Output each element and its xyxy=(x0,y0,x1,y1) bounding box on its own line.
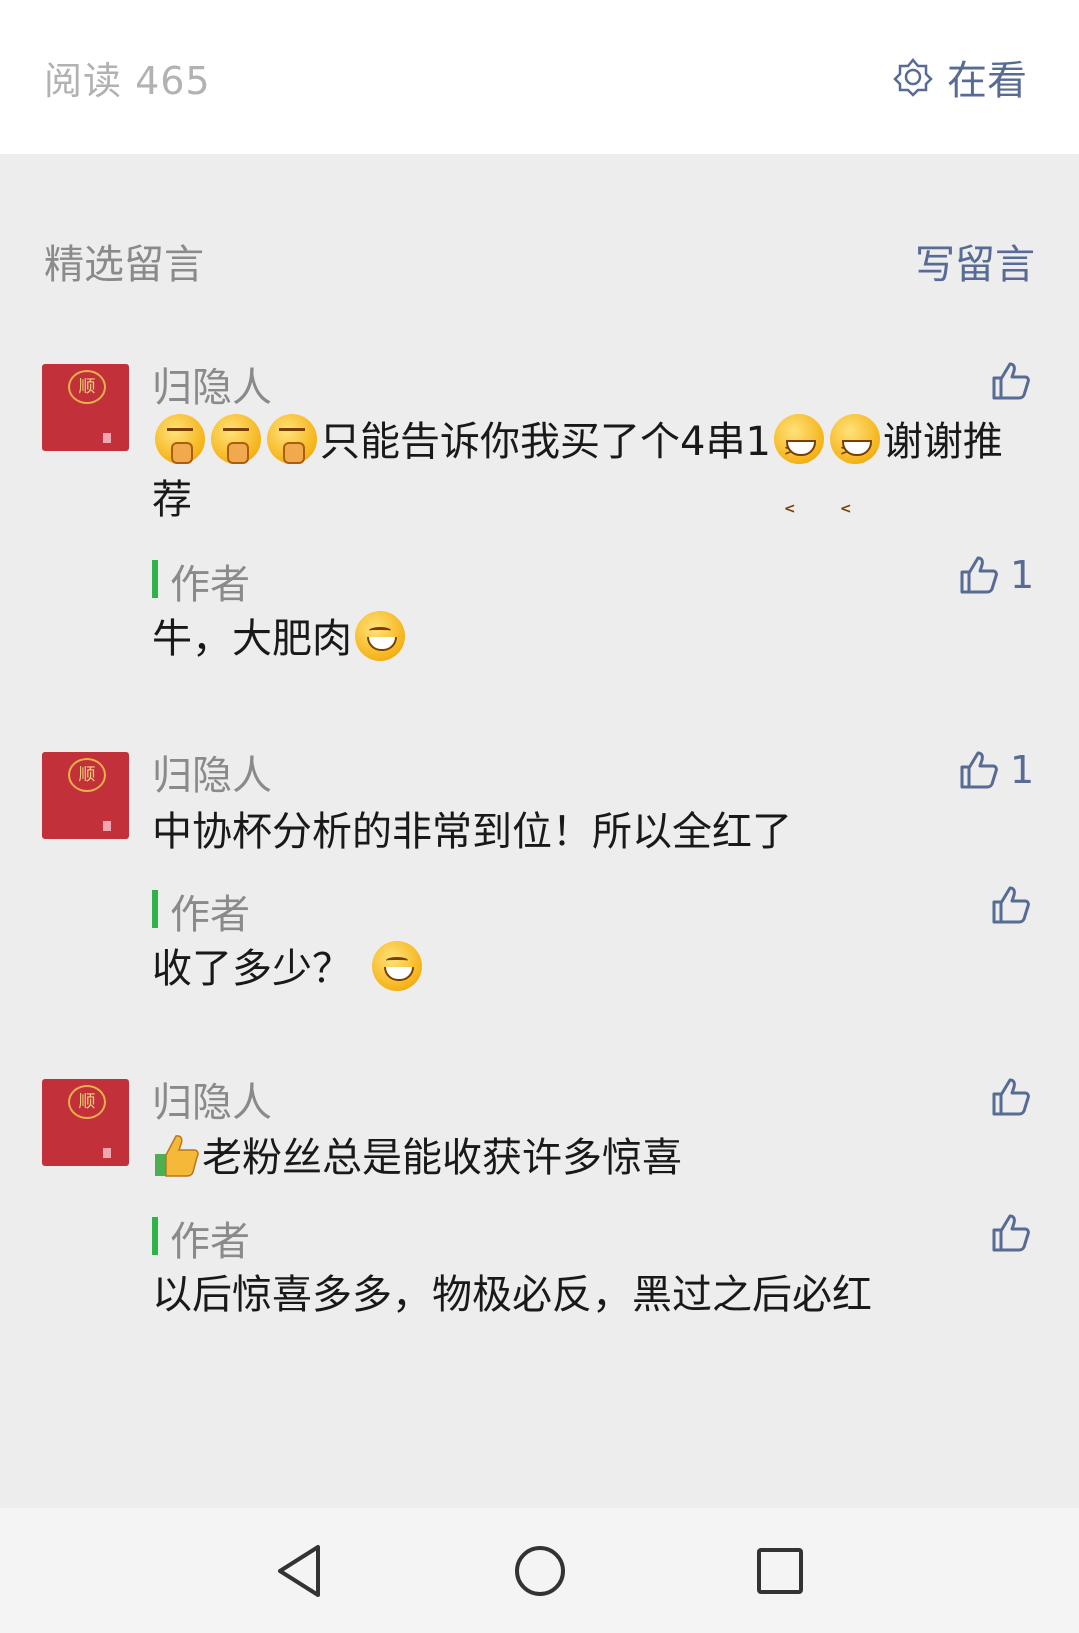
article-footer-bar: 阅读 465 在看 xyxy=(0,0,1079,154)
comment-text: 中协杯分析的非常到位！所以全红了 xyxy=(152,809,792,855)
comment-author[interactable]: 归隐人 xyxy=(152,355,272,413)
grin-emoji-icon xyxy=(355,611,405,661)
squinting-grin-emoji-icon xyxy=(773,414,824,538)
like-count: 1 xyxy=(1010,748,1035,792)
thumbs-up-icon xyxy=(992,886,1030,924)
author-reply-label: 作者 xyxy=(152,1209,250,1267)
like-button[interactable] xyxy=(990,360,1032,402)
thumbs-up-icon xyxy=(960,556,998,594)
avatar-seal: 顺 xyxy=(68,758,106,792)
zaikan-label: 在看 xyxy=(947,58,1027,104)
reply-like-button[interactable]: 1 xyxy=(958,553,1034,597)
avatar[interactable]: 顺 xyxy=(42,364,129,451)
zaikan-button[interactable]: 在看 xyxy=(893,48,1027,106)
like-count: 1 xyxy=(1010,553,1035,597)
home-icon xyxy=(515,1546,565,1596)
shushing-emoji-icon xyxy=(211,414,261,464)
comment-text-main: 只能告诉你我买了个4串1 xyxy=(320,419,771,465)
thumbs-up-icon xyxy=(960,751,998,789)
like-button[interactable] xyxy=(990,1076,1032,1118)
comment-author[interactable]: 归隐人 xyxy=(152,1070,272,1128)
avatar-seal: 顺 xyxy=(68,1085,106,1119)
comment-text-main: 老粉丝总是能收获许多惊喜 xyxy=(202,1135,682,1181)
thumbs-up-icon xyxy=(992,362,1030,400)
system-nav-bar xyxy=(0,1508,1079,1633)
avatar[interactable]: 顺 xyxy=(42,1079,129,1166)
back-icon xyxy=(278,1545,320,1597)
zaikan-icon xyxy=(893,58,933,97)
write-comment-button[interactable]: 写留言 xyxy=(915,232,1035,290)
like-button[interactable]: 1 xyxy=(958,748,1034,792)
squinting-grin-emoji-icon xyxy=(829,414,880,538)
featured-comments-title: 精选留言 xyxy=(44,242,204,288)
author-reply-label: 作者 xyxy=(152,552,250,610)
author-reply-text: 以后惊喜多多，物极必反，黑过之后必红 xyxy=(152,1272,872,1318)
recents-button[interactable] xyxy=(745,1536,815,1606)
comment-author[interactable]: 归隐人 xyxy=(152,743,272,801)
thumbs-up-emoji-icon xyxy=(152,1130,202,1180)
shushing-emoji-icon xyxy=(267,414,317,464)
comment-text: 只能告诉你我买了个4串1谢谢推荐 xyxy=(152,413,1032,538)
grin-emoji-icon xyxy=(372,941,422,991)
thumbs-up-icon xyxy=(992,1214,1030,1252)
author-reply-text: 收了多少？ xyxy=(152,940,1032,998)
comment-text: 老粉丝总是能收获许多惊喜 xyxy=(152,1129,1032,1187)
reply-like-button[interactable] xyxy=(990,1212,1032,1254)
avatar[interactable]: 顺 xyxy=(42,752,129,839)
read-count: 阅读 465 xyxy=(44,59,211,103)
recents-icon xyxy=(757,1548,803,1594)
avatar-seal: 顺 xyxy=(68,370,106,404)
author-reply-text: 牛，大肥肉 xyxy=(152,610,1032,668)
back-button[interactable] xyxy=(264,1536,334,1606)
author-reply-label: 作者 xyxy=(152,882,250,940)
thumbs-up-icon xyxy=(992,1078,1030,1116)
shushing-emoji-icon xyxy=(155,414,205,464)
reply-like-button[interactable] xyxy=(990,884,1032,926)
home-button[interactable] xyxy=(505,1536,575,1606)
